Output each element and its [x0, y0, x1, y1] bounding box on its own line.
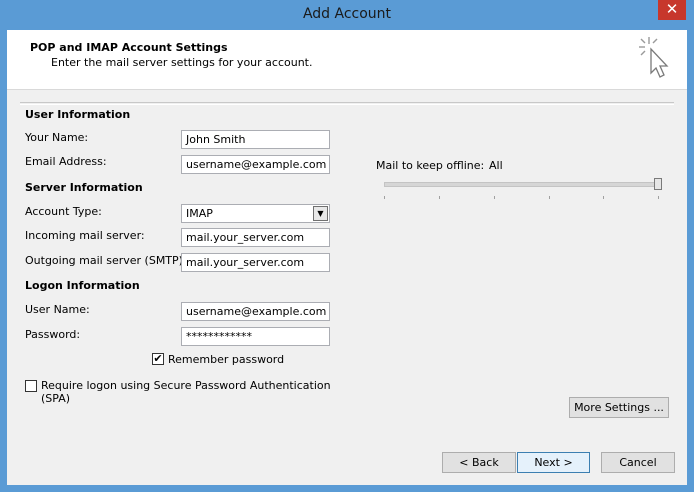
separator — [20, 102, 674, 105]
user-name-input[interactable]: username@example.com — [181, 302, 330, 321]
more-settings-button[interactable]: More Settings ... — [569, 397, 669, 418]
back-button[interactable]: < Back — [442, 452, 516, 473]
slider-tick — [384, 196, 385, 199]
next-button[interactable]: Next > — [517, 452, 590, 473]
email-address-input[interactable]: username@example.com — [181, 155, 330, 174]
slider-tick — [439, 196, 440, 199]
remember-password-label: Remember password — [168, 353, 285, 366]
title-bar: Add Account ✕ — [0, 0, 694, 30]
incoming-server-input[interactable]: mail.your_server.com — [181, 228, 330, 247]
close-button[interactable]: ✕ — [658, 0, 686, 20]
account-type-label: Account Type: — [25, 205, 102, 218]
slider-tick — [494, 196, 495, 199]
account-type-value: IMAP — [186, 207, 213, 220]
cursor-sparkle-icon — [639, 37, 669, 78]
offline-slider-track[interactable] — [384, 182, 662, 187]
dialog-header: POP and IMAP Account Settings Enter the … — [7, 30, 687, 90]
account-type-select[interactable]: IMAP ▼ — [181, 204, 330, 223]
offline-slider-thumb[interactable] — [654, 178, 662, 190]
window-title: Add Account — [302, 6, 392, 22]
header-subtitle: Enter the mail server settings for your … — [51, 56, 313, 69]
slider-tick — [658, 196, 659, 199]
your-name-input[interactable]: John Smith — [181, 130, 330, 149]
email-address-label: Email Address: — [25, 155, 107, 168]
password-input[interactable]: ************ — [181, 327, 330, 346]
user-name-label: User Name: — [25, 303, 90, 316]
incoming-server-label: Incoming mail server: — [25, 229, 145, 242]
slider-tick — [603, 196, 604, 199]
header-title: POP and IMAP Account Settings — [30, 41, 228, 54]
spa-label: Require logon using Secure Password Auth… — [41, 379, 331, 405]
add-account-window: Add Account ✕ POP and IMAP Account Setti… — [0, 0, 694, 492]
slider-tick — [549, 196, 550, 199]
password-label: Password: — [25, 328, 81, 341]
spa-label-line-2: (SPA) — [41, 392, 71, 405]
server-info-heading: Server Information — [25, 181, 143, 194]
offline-value: All — [489, 159, 503, 172]
user-info-heading: User Information — [25, 108, 131, 121]
dialog-client-area: POP and IMAP Account Settings Enter the … — [7, 30, 687, 485]
chevron-down-icon[interactable]: ▼ — [313, 206, 328, 221]
offline-label: Mail to keep offline: — [376, 159, 485, 172]
spa-label-line-1: Require logon using Secure Password Auth… — [41, 379, 331, 392]
remember-password-checkbox[interactable]: ✔ — [152, 353, 164, 365]
logon-info-heading: Logon Information — [25, 279, 140, 292]
cancel-button[interactable]: Cancel — [601, 452, 675, 473]
your-name-label: Your Name: — [25, 131, 89, 144]
outgoing-server-label: Outgoing mail server (SMTP): — [25, 254, 187, 267]
outgoing-server-input[interactable]: mail.your_server.com — [181, 253, 330, 272]
spa-checkbox[interactable] — [25, 380, 37, 392]
